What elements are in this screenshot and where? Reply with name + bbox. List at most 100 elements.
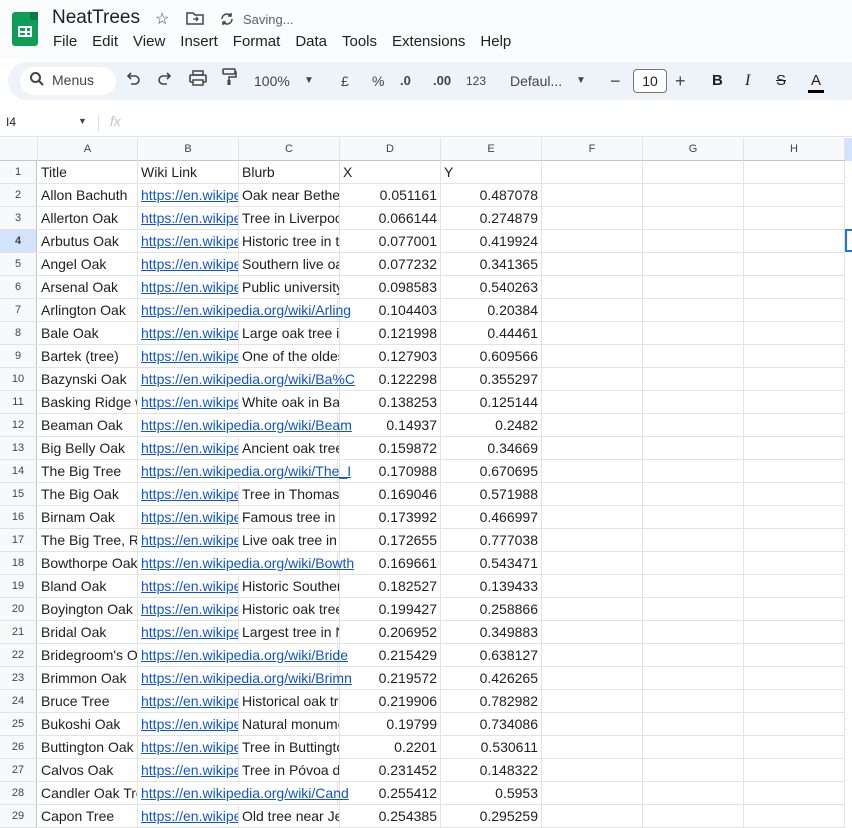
menu-edit[interactable]: Edit <box>92 33 118 50</box>
cell[interactable]: 0.139433 <box>441 575 542 598</box>
cell[interactable] <box>643 414 744 437</box>
row-header[interactable]: 1 <box>0 161 37 184</box>
cell[interactable]: 0.20384 <box>441 299 542 322</box>
cell[interactable]: 0.173992 <box>340 506 441 529</box>
row-header[interactable]: 26 <box>0 736 37 759</box>
row-header[interactable]: 28 <box>0 782 37 805</box>
row-header[interactable]: 20 <box>0 598 37 621</box>
increase-font-size-icon[interactable]: + <box>675 62 686 100</box>
cell[interactable] <box>744 460 845 483</box>
move-folder-icon[interactable] <box>186 10 204 32</box>
cell[interactable]: 0.540263 <box>441 276 542 299</box>
column-header-g[interactable]: G <box>643 138 744 161</box>
cell[interactable]: 0.255412 <box>340 782 441 805</box>
cell[interactable]: 0.44461 <box>441 322 542 345</box>
menu-view[interactable]: View <box>133 33 165 50</box>
cell[interactable]: 0.341365 <box>441 253 542 276</box>
cell[interactable]: 0.127903 <box>340 345 441 368</box>
cell[interactable]: https://en.wikipedia.org/wiki/Bowth <box>138 552 354 575</box>
cell[interactable] <box>744 736 845 759</box>
menu-format[interactable]: Format <box>233 33 281 50</box>
cell[interactable]: Largest tree in N <box>239 621 340 644</box>
column-header-e[interactable]: E <box>441 138 542 161</box>
menu-help[interactable]: Help <box>480 33 511 50</box>
cell[interactable] <box>643 460 744 483</box>
cell[interactable]: 0.231452 <box>340 759 441 782</box>
cell[interactable]: 0.121998 <box>340 322 441 345</box>
cell[interactable]: White oak in Bas <box>239 391 340 414</box>
cell[interactable] <box>542 207 643 230</box>
row-header[interactable]: 29 <box>0 805 37 828</box>
cell[interactable] <box>744 483 845 506</box>
cell[interactable]: 0.2482 <box>441 414 542 437</box>
cell[interactable] <box>542 253 643 276</box>
cell[interactable]: 0.077232 <box>340 253 441 276</box>
cell[interactable] <box>542 276 643 299</box>
cell[interactable] <box>744 552 845 575</box>
row-header[interactable]: 8 <box>0 322 37 345</box>
cell[interactable]: https://en.wikipe <box>138 437 239 460</box>
cell[interactable] <box>542 644 643 667</box>
cell[interactable]: 0.638127 <box>441 644 542 667</box>
cell[interactable]: 0.258866 <box>441 598 542 621</box>
row-header[interactable]: 6 <box>0 276 37 299</box>
cell[interactable]: 0.609566 <box>441 345 542 368</box>
cell[interactable]: 0.169661 <box>340 552 441 575</box>
cell[interactable]: 0.419924 <box>441 230 542 253</box>
cell[interactable]: 0.19799 <box>340 713 441 736</box>
font-size-input[interactable]: 10 <box>633 69 667 93</box>
cell[interactable]: https://en.wikipe <box>138 345 239 368</box>
cell[interactable]: https://en.wikipe <box>138 506 239 529</box>
row-header[interactable]: 7 <box>0 299 37 322</box>
cell[interactable] <box>744 161 845 184</box>
cell[interactable]: Bruce Tree <box>38 690 138 713</box>
row-header[interactable]: 11 <box>0 391 37 414</box>
cell[interactable]: Bridal Oak <box>38 621 138 644</box>
cell[interactable]: Bazynski Oak <box>38 368 138 391</box>
cell[interactable]: Wiki Link <box>138 161 239 184</box>
star-icon[interactable]: ☆ <box>155 10 169 30</box>
print-icon[interactable] <box>189 62 207 100</box>
bold-button[interactable]: B <box>712 62 723 100</box>
column-header-f[interactable]: F <box>542 138 643 161</box>
row-header[interactable]: 18 <box>0 552 37 575</box>
cell[interactable]: Allerton Oak <box>38 207 138 230</box>
row-header[interactable]: 12 <box>0 414 37 437</box>
cell[interactable]: https://en.wikipedia.org/wiki/Bride <box>138 644 348 667</box>
cell[interactable]: 0.051161 <box>340 184 441 207</box>
row-header[interactable]: 24 <box>0 690 37 713</box>
cell[interactable]: Ancient oak tree <box>239 437 340 460</box>
cell[interactable] <box>744 322 845 345</box>
cell[interactable]: Calvos Oak <box>38 759 138 782</box>
chevron-down-icon[interactable]: ▼ <box>78 116 87 126</box>
cell[interactable] <box>542 759 643 782</box>
cell[interactable]: 0.066144 <box>340 207 441 230</box>
cell[interactable] <box>744 644 845 667</box>
column-header-d[interactable]: D <box>340 138 441 161</box>
cell[interactable] <box>643 253 744 276</box>
text-color-button[interactable]: A <box>808 62 825 100</box>
cell[interactable]: 0.219906 <box>340 690 441 713</box>
cell[interactable]: 0.138253 <box>340 391 441 414</box>
cell[interactable] <box>643 759 744 782</box>
cell[interactable]: Basking Ridge w <box>38 391 138 414</box>
cell[interactable]: https://en.wikipe <box>138 483 239 506</box>
cell[interactable] <box>542 230 643 253</box>
cell[interactable] <box>744 276 845 299</box>
cell[interactable]: 0.5953 <box>441 782 542 805</box>
cell[interactable]: 0.777038 <box>441 529 542 552</box>
row-header[interactable]: 13 <box>0 437 37 460</box>
cell[interactable] <box>643 506 744 529</box>
cell[interactable]: 0.295259 <box>441 805 542 828</box>
cell[interactable]: Bridegroom's Oa <box>38 644 138 667</box>
cell[interactable]: Blurb <box>239 161 340 184</box>
cell[interactable] <box>744 690 845 713</box>
increase-decimal-button[interactable]: .00 <box>433 62 451 100</box>
cell[interactable]: Tree in Thomasv <box>239 483 340 506</box>
cell[interactable] <box>542 483 643 506</box>
cell[interactable] <box>643 437 744 460</box>
row-header[interactable]: 15 <box>0 483 37 506</box>
cell[interactable] <box>542 414 643 437</box>
cell[interactable]: 0.206952 <box>340 621 441 644</box>
cell[interactable]: https://en.wikipe <box>138 575 239 598</box>
